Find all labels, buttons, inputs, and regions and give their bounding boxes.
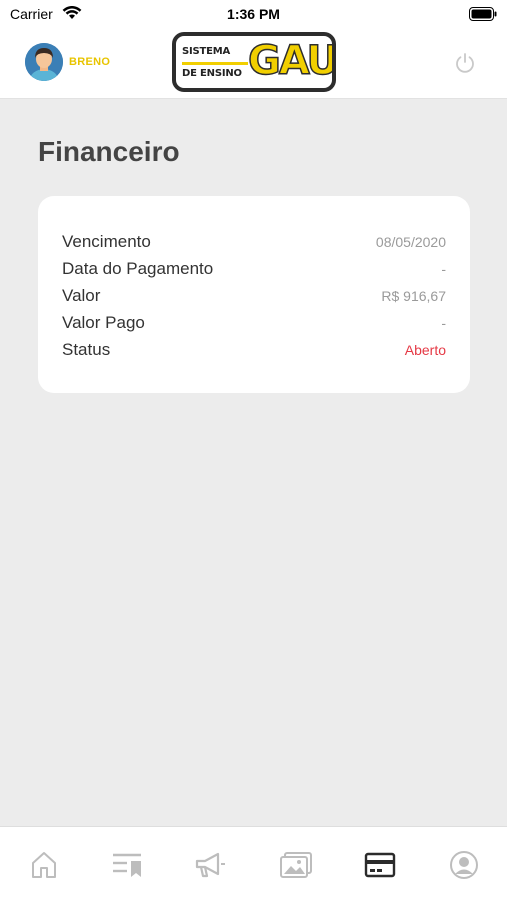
logo-word: GAU [247,37,336,85]
row-label: Vencimento [62,232,151,251]
row-valor: Valor R$ 916,67 [62,286,446,308]
megaphone-icon [195,852,225,878]
power-icon [456,53,474,73]
finance-card: Vencimento 08/05/2020 Data do Pagamento … [38,196,470,393]
row-valor-pago: Valor Pago - [62,313,446,335]
row-data-pagamento: Data do Pagamento - [62,259,446,281]
logo-line2: DE ENSINO [182,68,242,79]
row-status: Status Aberto [62,340,446,362]
battery-icon [469,7,497,26]
credit-card-icon [364,852,396,878]
tab-announcements[interactable] [190,845,230,885]
status-badge: Aberto [404,342,446,358]
row-value: - [441,261,446,277]
tab-financial[interactable] [360,845,400,885]
row-label: Valor [62,286,101,305]
profile-icon [450,851,478,879]
row-label: Data do Pagamento [62,259,214,278]
page-title: Financeiro [38,136,180,167]
row-label: Status [62,340,111,359]
logo-line1: SISTEMA [182,46,231,57]
user-name[interactable]: BRENO [69,56,110,68]
tab-home[interactable] [24,845,64,885]
app-header: BRENO SISTEMA DE ENSINO GAU [0,28,507,99]
avatar[interactable] [25,43,63,81]
tab-lessons[interactable] [107,845,147,885]
clock: 1:36 PM [227,6,280,22]
row-label: Valor Pago [62,313,145,332]
gallery-icon [280,852,312,878]
row-value: - [441,315,446,331]
user-avatar-icon [25,43,63,81]
tab-profile[interactable] [444,845,484,885]
row-value: R$ 916,67 [381,288,446,304]
home-icon [32,852,56,878]
logo-rule [182,62,248,65]
logout-button[interactable] [453,51,477,75]
list-bookmark-icon [113,853,141,877]
tab-bar [0,826,507,900]
row-value: 08/05/2020 [375,234,446,250]
status-bar: Carrier 1:36 PM [0,0,507,28]
tab-gallery[interactable] [276,845,316,885]
row-vencimento: Vencimento 08/05/2020 [62,232,446,254]
app-logo: SISTEMA DE ENSINO GAU [172,32,336,92]
